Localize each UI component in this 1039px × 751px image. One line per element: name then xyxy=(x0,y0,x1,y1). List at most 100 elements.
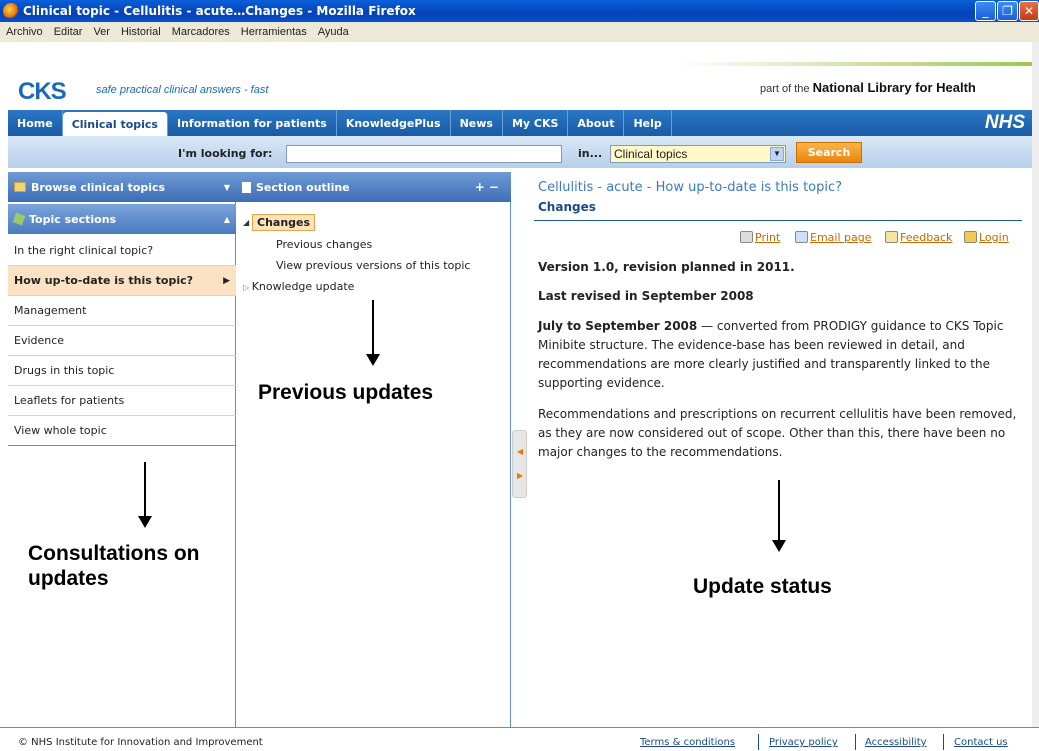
nhs-logo: NHS xyxy=(984,112,1025,133)
minimize-button[interactable]: _ xyxy=(975,1,996,21)
firefox-icon xyxy=(3,3,19,19)
sidebar-item-evidence[interactable]: Evidence xyxy=(8,326,236,356)
browse-label: Browse clinical topics xyxy=(31,180,166,194)
tab-help[interactable]: Help xyxy=(624,110,672,136)
scope-label: in... xyxy=(578,147,603,160)
menu-ver[interactable]: Ver xyxy=(93,26,110,38)
collapsed-triangle-icon: ▷ xyxy=(243,283,252,292)
print-label: Print xyxy=(755,231,781,244)
section-outline-panel xyxy=(236,172,511,727)
arrow-down-icon xyxy=(366,300,380,366)
menu-editar[interactable]: Editar xyxy=(54,26,83,38)
expand-collapse-controls[interactable]: + − xyxy=(475,180,499,194)
email-page-link[interactable]: Email page xyxy=(795,231,872,244)
tab-my-cks[interactable]: My CKS xyxy=(503,110,569,136)
outline-item-previous-versions[interactable]: View previous versions of this topic xyxy=(276,259,470,272)
contact-link[interactable]: Contact us xyxy=(954,737,1008,748)
sections-icon xyxy=(12,212,26,226)
arrow-left-icon: ◀ xyxy=(517,447,524,456)
topic-sections-header[interactable]: Topic sections ▲ xyxy=(8,204,236,234)
site-header xyxy=(0,42,1039,110)
page-title: Cellulitis - acute - How up-to-date is t… xyxy=(538,180,843,195)
sidebar-item-leaflets[interactable]: Leaflets for patients xyxy=(8,386,236,416)
date-range: July to September 2008 xyxy=(538,319,698,333)
pencil-icon xyxy=(885,231,898,243)
footer-separator xyxy=(943,734,944,750)
changes-paragraph-2: Recommendations and prescriptions on rec… xyxy=(538,407,1017,459)
sidebar-item-management[interactable]: Management xyxy=(8,296,236,326)
window-title: Clinical topic - Cellulitis - acute…Chan… xyxy=(23,4,416,18)
arrow-down-icon xyxy=(138,462,152,528)
menu-archivo[interactable]: Archivo xyxy=(6,26,43,38)
section-outline-header: Section outline + − xyxy=(236,172,511,202)
envelope-icon xyxy=(795,231,808,243)
sidebar-item-right-topic[interactable]: In the right clinical topic? xyxy=(8,236,236,266)
panel-collapser[interactable]: ◀ ▶ xyxy=(512,430,527,498)
scope-value: Clinical topics xyxy=(614,147,688,161)
terms-link[interactable]: Terms & conditions xyxy=(640,737,735,748)
tab-clinical-topics[interactable]: Clinical topics xyxy=(62,112,168,136)
chevron-up-icon: ▲ xyxy=(223,214,230,224)
browse-clinical-topics-header[interactable]: Browse clinical topics ▼ xyxy=(8,172,236,202)
sidebar-item-drugs[interactable]: Drugs in this topic xyxy=(8,356,236,386)
chevron-down-icon: ▼ xyxy=(223,182,230,192)
cks-logo[interactable]: CKS xyxy=(18,78,67,106)
scrollbar[interactable] xyxy=(1032,42,1039,727)
feedback-label: Feedback xyxy=(900,231,953,244)
footer-separator xyxy=(855,734,856,750)
maximize-button[interactable]: ❐ xyxy=(997,1,1018,21)
nlh-label[interactable]: part of the National Library for Health xyxy=(760,80,976,95)
title-divider xyxy=(534,220,1022,221)
version-text: Version 1.0, revision planned in 2011. xyxy=(538,260,795,274)
nlh-prefix: part of the xyxy=(760,83,813,95)
annotation-previous-updates: Previous updates xyxy=(258,381,434,404)
outline-current-item[interactable]: Changes xyxy=(252,214,316,231)
tab-about[interactable]: About xyxy=(568,110,625,136)
chevron-right-icon: ▶ xyxy=(223,275,230,286)
tab-home[interactable]: Home xyxy=(8,110,63,136)
scope-select[interactable]: Clinical topics ▼ xyxy=(610,145,786,163)
outline-label: Knowledge update xyxy=(251,280,355,293)
privacy-link[interactable]: Privacy policy xyxy=(769,737,838,748)
section-outline-title: Section outline xyxy=(256,180,350,194)
login-label: Login xyxy=(979,231,1009,244)
last-revised-text: Last revised in September 2008 xyxy=(538,289,754,303)
search-input[interactable] xyxy=(286,145,562,163)
outline-item-previous-changes[interactable]: Previous changes xyxy=(276,238,372,251)
page-icon xyxy=(242,181,251,193)
tagline: safe practical clinical answers - fast xyxy=(96,84,269,96)
expanded-triangle-icon: ◢ xyxy=(243,218,250,227)
sidebar-item-whole-topic[interactable]: View whole topic xyxy=(8,416,236,446)
tab-knowledgeplus[interactable]: KnowledgePlus xyxy=(337,110,451,136)
copyright: © NHS Institute for Innovation and Impro… xyxy=(18,737,263,748)
close-button[interactable]: ✕ xyxy=(1019,1,1039,21)
chevron-down-icon[interactable]: ▼ xyxy=(770,147,784,161)
lock-icon xyxy=(964,231,977,243)
page-subtitle: Changes xyxy=(538,200,596,214)
annotation-update-status: Update status xyxy=(693,575,832,598)
main-nav: Home Clinical topics Information for pat… xyxy=(8,110,1039,136)
menu-ayuda[interactable]: Ayuda xyxy=(318,26,349,38)
menu-bar: Archivo Editar Ver Historial Marcadores … xyxy=(0,22,1039,42)
menu-herramientas[interactable]: Herramientas xyxy=(241,26,307,38)
arrow-right-icon: ▶ xyxy=(517,471,524,480)
arrow-down-icon xyxy=(772,480,786,552)
email-label: Email page xyxy=(810,231,872,244)
tab-news[interactable]: News xyxy=(451,110,503,136)
header-accent xyxy=(680,62,1039,66)
window-title-bar: Clinical topic - Cellulitis - acute…Chan… xyxy=(0,0,1039,22)
print-link[interactable]: Print xyxy=(740,231,780,244)
tab-information-for-patients[interactable]: Information for patients xyxy=(168,110,337,136)
search-label: I'm looking for: xyxy=(178,147,273,160)
changes-paragraph-1: July to September 2008 — converted from … xyxy=(538,317,1022,393)
outline-item-knowledge-update[interactable]: ▷ Knowledge update xyxy=(243,280,354,293)
footer-separator xyxy=(758,734,759,750)
menu-historial[interactable]: Historial xyxy=(121,26,161,38)
feedback-link[interactable]: Feedback xyxy=(885,231,952,244)
login-link[interactable]: Login xyxy=(964,231,1009,244)
menu-marcadores[interactable]: Marcadores xyxy=(172,26,230,38)
search-button[interactable]: Search xyxy=(796,142,862,163)
accessibility-link[interactable]: Accessibility xyxy=(865,737,927,748)
sidebar-item-label: How up-to-date is this topic? xyxy=(14,274,193,287)
sidebar-item-up-to-date[interactable]: How up-to-date is this topic? ▶ xyxy=(8,266,236,296)
